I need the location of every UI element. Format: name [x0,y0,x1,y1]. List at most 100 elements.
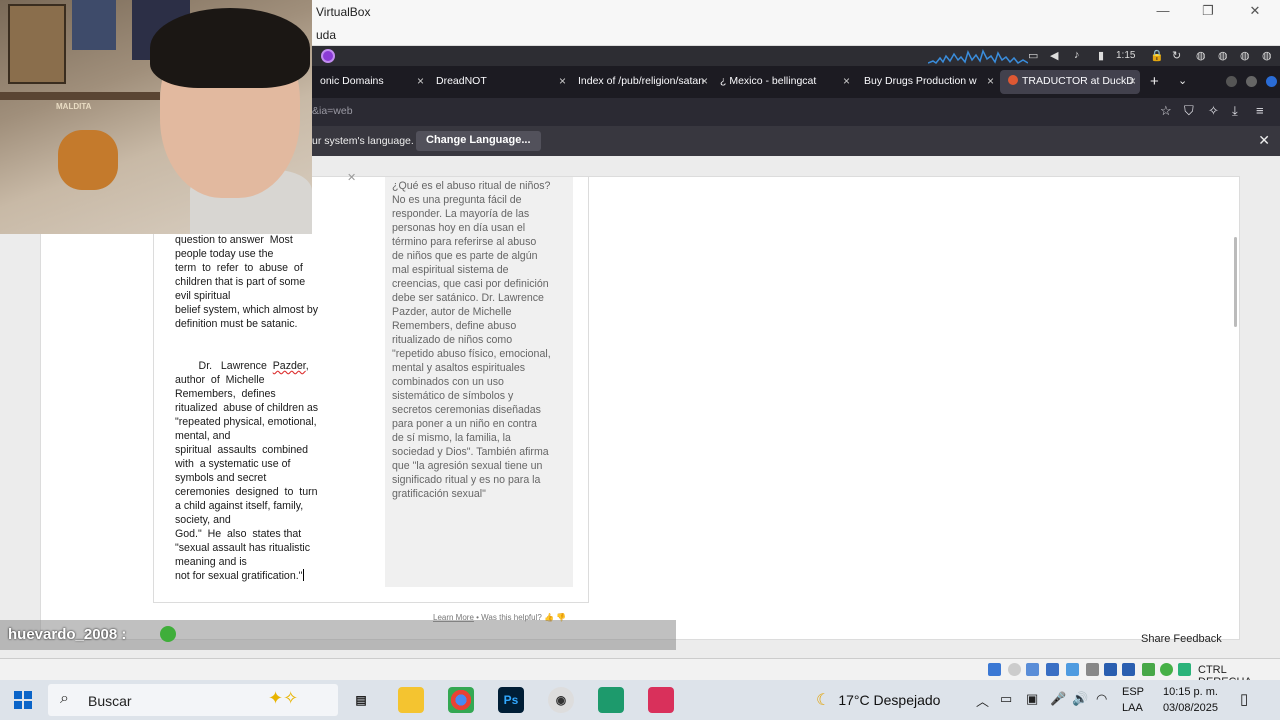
plush-toy [58,130,118,190]
file-explorer-icon[interactable] [398,687,424,713]
url-field[interactable]: &ia=web [312,105,353,117]
recording-app-icon[interactable] [648,687,674,713]
task-view-icon[interactable]: ▤ [348,687,374,713]
photoshop-icon[interactable]: Ps [498,687,524,713]
source-line: belief system, which almost by [175,304,319,316]
show-hidden-icons-chevron-icon[interactable]: ︿ [976,691,989,710]
comma: , [305,360,309,372]
menu-icon[interactable]: ≡ [1256,103,1264,118]
tray-app-icon[interactable]: ▣ [1026,691,1038,707]
tab-close-icon[interactable]: × [843,74,850,88]
list-tabs-chevron-icon[interactable]: ⌄ [1178,74,1187,87]
tab-label: Buy Drugs Production w [864,75,977,87]
new-tab-button[interactable]: + [1150,73,1159,90]
source-text-input[interactable]: question to answer Most people today use… [175,233,345,583]
globe-icon[interactable]: ◍ [1196,49,1206,62]
speaker-icon[interactable]: 🔊 [1072,691,1088,707]
globe-icon[interactable]: ◍ [1262,49,1272,62]
globe-icon[interactable]: ◍ [1218,49,1228,62]
keyboard-layout: LAA [1122,702,1143,714]
source-line: evil spiritual [175,290,231,302]
input-language[interactable]: ESP LAA [1122,684,1144,716]
tab-close-icon[interactable]: × [701,74,708,88]
clear-text-icon[interactable]: ✕ [347,171,356,184]
minimize-button[interactable]: — [1152,3,1174,18]
source-line: ritualized abuse of children as [175,402,319,414]
virtualbox-statusbar: CTRL DERECHA [0,658,1280,688]
notifications-icon[interactable]: ▯ [1240,690,1248,708]
notification-close-icon[interactable]: ✕ [1258,132,1270,149]
source-line: symbols and secret [175,472,267,484]
wifi-icon[interactable]: ◠ [1096,691,1107,707]
guest-clock: 1:15 [1116,50,1136,61]
bookmark-star-icon[interactable]: ☆ [1160,103,1172,119]
tab-label: ¿ Mexico - bellingcat [720,75,817,87]
poster [8,4,66,84]
tor-browser-icon[interactable] [321,49,335,63]
usb-icon[interactable] [1066,663,1079,676]
source-line: with a systematic use of [175,458,291,470]
tools-icon[interactable]: ✧ [1208,103,1219,119]
windows-start-icon[interactable] [14,691,32,709]
storage-icon[interactable] [988,663,1001,676]
tab-close-icon[interactable]: × [559,74,566,88]
shared-folders-icon[interactable] [1086,663,1099,676]
virtualbox-app-icon[interactable] [598,687,624,713]
poster [72,0,116,50]
obs-icon[interactable]: ◉ [548,687,574,713]
account-icon[interactable] [1226,76,1237,87]
globe-icon[interactable]: ◍ [1240,49,1250,62]
notification-message: ur system's language. [312,135,414,147]
scrollbar[interactable] [1234,237,1237,327]
close-button[interactable]: ✕ [1244,3,1266,19]
screen-icon[interactable]: ▭ [1028,49,1038,62]
tab-active[interactable]: TRADUCTOR at DuckD × [1000,70,1140,94]
change-language-button[interactable]: Change Language... [416,131,541,151]
bell-icon[interactable]: ♪ [1074,49,1080,61]
source-line: not for sexual gratification." [175,570,303,582]
vpn-icon[interactable] [1266,76,1277,87]
extension-icon[interactable] [1246,76,1257,87]
language-code: ESP [1122,686,1145,698]
tab[interactable]: Index of /pub/religion/satan × [570,70,712,94]
window-title: VirtualBox [316,5,371,19]
misspelled-word[interactable]: Pazder [273,360,306,372]
source-line: children that is part of some [175,276,306,288]
guest-top-panel: ▭ ◀ ♪ ▮ 1:15 🔒 ↻ ◍ ◍ ◍ ◍ [312,46,1280,66]
tab[interactable]: DreadNOT × [428,70,570,94]
tab[interactable]: onic Domains × [312,70,428,94]
chat-overlay: huevardo_2008 : [0,620,676,650]
mouse-integration-icon[interactable] [1160,663,1173,676]
tab[interactable]: Buy Drugs Production w × [856,70,998,94]
chrome-icon[interactable] [448,687,474,713]
tray-app-icon[interactable]: ▭ [1000,691,1012,707]
network-icon[interactable] [1046,663,1059,676]
optical-drive-icon[interactable] [1008,663,1021,676]
tab-close-icon[interactable]: × [987,74,994,88]
restore-button[interactable]: ❐ [1197,3,1219,19]
refresh-icon[interactable]: ↻ [1172,49,1181,62]
taskbar-clock[interactable]: 10:15 p. m. 03/08/2025 [1158,684,1218,716]
tab-close-icon[interactable]: × [1129,74,1136,88]
download-icon[interactable]: ⤓ [1232,103,1238,119]
display-icon[interactable] [1104,663,1117,676]
taskbar-search[interactable]: ⌕ Buscar ✦✧ [48,684,338,716]
tab-close-icon[interactable]: × [417,74,424,88]
tab-label: onic Domains [320,75,384,87]
lock-icon[interactable]: 🔒 [1150,49,1164,62]
share-feedback-button[interactable]: Share Feedback [1141,633,1222,645]
microphone-icon[interactable]: 🎤 [1050,691,1066,707]
volume-icon[interactable]: ◀ [1050,49,1058,62]
cpu-icon[interactable] [1142,663,1155,676]
person-hair [150,8,310,88]
keyboard-icon[interactable] [1178,663,1191,676]
recording-icon[interactable] [1122,663,1135,676]
audio-icon[interactable] [1026,663,1039,676]
menu-help[interactable]: uda [316,28,336,42]
weather-widget[interactable]: ☾ 17°C Despejado [816,690,940,710]
tab[interactable]: ¿ Mexico - bellingcat × [712,70,854,94]
shield-icon[interactable]: ⛉ [1184,103,1194,119]
source-line: spiritual assaults combined [175,444,309,456]
battery-icon[interactable]: ▮ [1098,49,1104,62]
source-line: society, and [175,514,231,526]
